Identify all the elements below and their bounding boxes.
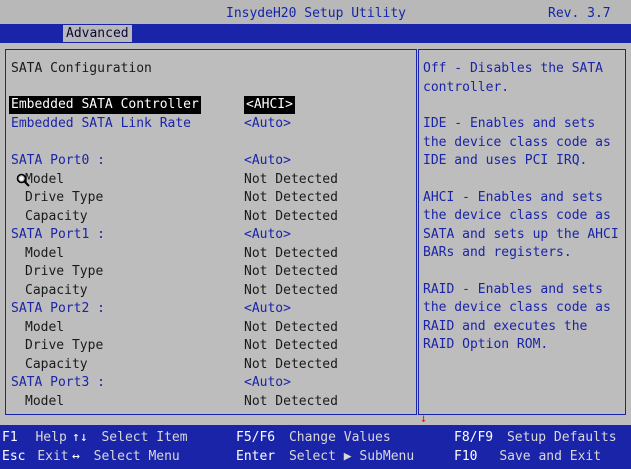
info-value: Not Detected <box>244 320 338 335</box>
footer-enter: Enter Select ▶ SubMenu <box>236 448 414 466</box>
help-paragraph-off: Off - Disables the SATA controller. <box>423 61 604 95</box>
info-row-capacity: Capacity Not Detected <box>6 208 416 226</box>
footer-esc: Esc Exit <box>2 448 69 466</box>
info-label: Capacity <box>25 357 88 372</box>
esc-key: Esc <box>2 449 26 464</box>
info-value: Not Detected <box>244 394 338 409</box>
menu-bar: Advanced <box>0 24 631 43</box>
setting-label: SATA Port3 : <box>11 375 105 390</box>
info-label: Drive Type <box>25 190 104 205</box>
help-paragraph-raid: RAID - Enables and sets the device class… <box>423 281 611 353</box>
setting-row-sata-port0[interactable]: SATA Port0 : <Auto> <box>6 152 416 170</box>
info-label: Capacity <box>25 283 88 298</box>
leftright-action: Select Menu <box>93 449 180 464</box>
setting-row-embedded-sata-controller[interactable]: Embedded SATA Controller <AHCI> <box>6 96 416 114</box>
updown-key: ↑↓ <box>72 430 88 445</box>
revision-label: Rev. 3.7 <box>548 6 611 21</box>
info-value: Not Detected <box>244 172 338 187</box>
setting-label: Embedded SATA Controller <box>9 96 201 114</box>
f1-key: F1 <box>2 430 18 445</box>
info-value: Not Detected <box>244 264 338 279</box>
settings-panel: SATA Configuration Embedded SATA Control… <box>5 49 417 415</box>
info-row-capacity: Capacity Not Detected <box>6 356 416 374</box>
help-paragraph-ahci: AHCI - Enables and sets the device class… <box>423 189 619 261</box>
setting-value[interactable]: <Auto> <box>244 152 291 170</box>
esc-action: Exit <box>37 449 69 464</box>
info-label: Model <box>25 172 65 187</box>
f10-action: Save and Exit <box>499 449 602 464</box>
enter-action: Select ▶ SubMenu <box>288 449 415 464</box>
info-row-model: Model Not Detected <box>6 245 416 263</box>
help-panel: Off - Disables the SATA controller. IDE … <box>418 49 626 415</box>
setting-row-embedded-sata-link-rate[interactable]: Embedded SATA Link Rate <Auto> <box>6 115 416 133</box>
info-value: Not Detected <box>244 246 338 261</box>
info-value: Not Detected <box>244 283 338 298</box>
footer-f8f9: F8/F9 Setup Defaults <box>454 429 617 447</box>
setting-row-sata-port1[interactable]: SATA Port1 : <Auto> <box>6 226 416 244</box>
info-row-model: Model Not Detected <box>6 319 416 337</box>
help-paragraph-ide: IDE - Enables and sets the device class … <box>423 116 611 168</box>
footer-updown: ↑↓ Select Item <box>72 429 188 447</box>
info-value: Not Detected <box>244 190 338 205</box>
f10-key: F10 <box>454 449 478 464</box>
f8f9-action: Setup Defaults <box>506 430 617 445</box>
info-label: Model <box>25 394 65 409</box>
footer-f1: F1 Help <box>2 429 67 447</box>
info-row-drive-type: Drive Type Not Detected <box>6 337 416 355</box>
setting-value[interactable]: <Auto> <box>244 300 291 318</box>
info-label: Drive Type <box>25 264 104 279</box>
setting-label: SATA Port1 : <box>11 227 105 242</box>
scroll-down-arrow-icon[interactable]: ↓ <box>420 412 427 424</box>
title-bar: InsydeH20 Setup Utility Rev. 3.7 <box>0 0 631 24</box>
setting-row-sata-port3[interactable]: SATA Port3 : <Auto> <box>6 374 416 392</box>
leftright-key: ↔ <box>72 449 80 464</box>
setting-label: Embedded SATA Link Rate <box>11 116 192 131</box>
setting-value[interactable]: <Auto> <box>244 374 291 392</box>
footer-f10: F10 Save and Exit <box>454 448 601 466</box>
info-row-model: Model Not Detected <box>6 171 416 189</box>
info-row-capacity: Capacity Not Detected <box>6 282 416 300</box>
info-label: Capacity <box>25 209 88 224</box>
updown-action: Select Item <box>101 430 188 445</box>
setting-label: SATA Port2 : <box>11 301 105 316</box>
info-row-model: Model Not Detected <box>6 393 416 411</box>
setting-value[interactable]: <Auto> <box>244 226 291 244</box>
f8f9-key: F8/F9 <box>454 430 494 445</box>
info-label: Drive Type <box>25 338 104 353</box>
info-label: Model <box>25 320 65 335</box>
info-value: Not Detected <box>244 357 338 372</box>
f5f6-action: Change Values <box>288 430 391 445</box>
footer-f5f6: F5/F6 Change Values <box>236 429 391 447</box>
setting-row-sata-port2[interactable]: SATA Port2 : <Auto> <box>6 300 416 318</box>
magnifier-cursor-icon <box>16 173 30 187</box>
enter-key: Enter <box>236 449 276 464</box>
setting-label: SATA Port0 : <box>11 153 105 168</box>
app-title: InsydeH20 Setup Utility <box>226 6 407 21</box>
f1-action: Help <box>35 430 67 445</box>
f5f6-key: F5/F6 <box>236 430 276 445</box>
section-heading: SATA Configuration <box>11 61 152 76</box>
tab-advanced[interactable]: Advanced <box>63 25 132 42</box>
setting-value[interactable]: <Auto> <box>244 115 291 133</box>
info-row-drive-type: Drive Type Not Detected <box>6 189 416 207</box>
setting-value[interactable]: <AHCI> <box>244 96 295 114</box>
info-label: Model <box>25 246 65 261</box>
info-value: Not Detected <box>244 338 338 353</box>
footer-leftright: ↔ Select Menu <box>72 448 180 466</box>
info-row-drive-type: Drive Type Not Detected <box>6 263 416 281</box>
footer-keybar: F1 Help Esc Exit ↑↓ Select Item ↔ Select… <box>0 425 631 469</box>
info-value: Not Detected <box>244 209 338 224</box>
